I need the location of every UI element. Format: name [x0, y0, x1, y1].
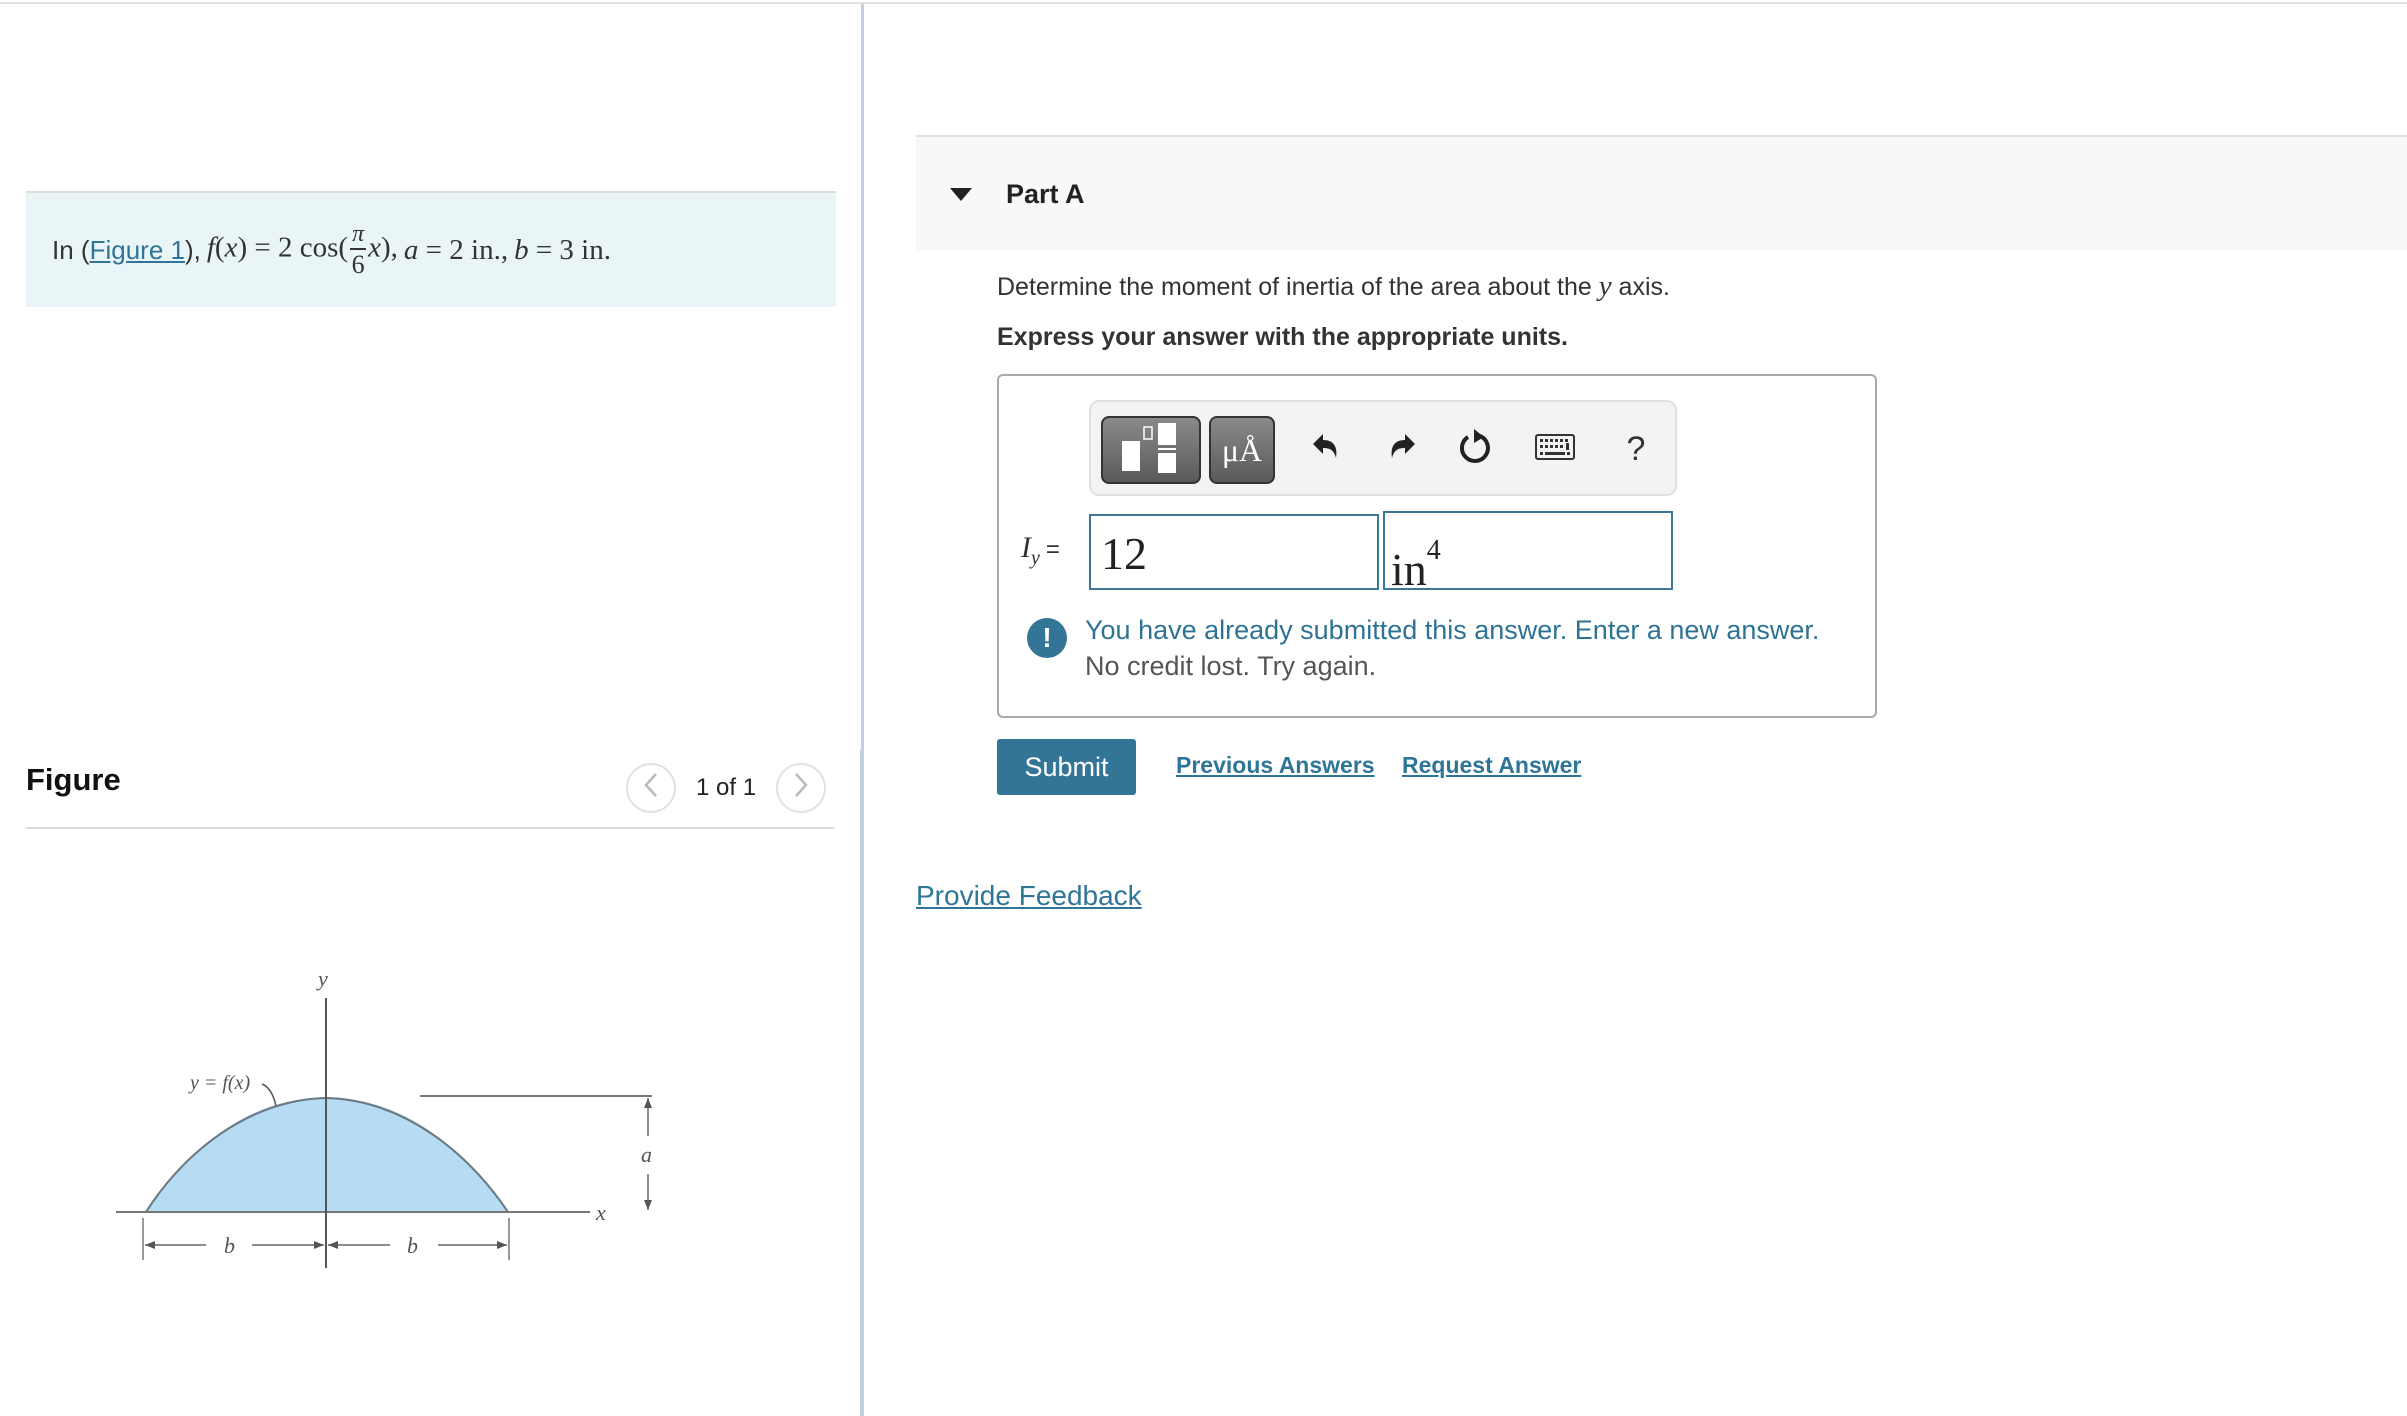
- units-button[interactable]: μÅ: [1209, 416, 1275, 484]
- fraction: π6: [350, 221, 367, 279]
- problem-statement: In ( Figure 1 ), f(x) = 2 cos(π 6 x), a = …: [26, 191, 836, 307]
- function-expression: f(x) = 2 cos(π 6 x),: [206, 221, 398, 279]
- provide-feedback-link[interactable]: Provide Feedback: [916, 880, 1142, 912]
- submit-button[interactable]: Submit: [997, 739, 1136, 795]
- x-axis-label: x: [595, 1200, 606, 1225]
- y-axis-label: y: [316, 966, 328, 991]
- figure-title: Figure: [26, 762, 121, 797]
- curve-label-leader: [261, 1083, 277, 1107]
- value-input[interactable]: 12: [1089, 514, 1379, 590]
- math-toolbar: μÅ ?: [1089, 400, 1677, 496]
- pager-text: 1 of 1: [696, 774, 757, 801]
- dim-arrow: [145, 1241, 155, 1249]
- exclamation-icon: !: [1027, 618, 1067, 658]
- height-label: a: [641, 1142, 652, 1167]
- redo-icon: [1387, 432, 1417, 467]
- figure-link[interactable]: Figure 1: [90, 235, 185, 266]
- width-label-left: b: [224, 1233, 235, 1258]
- keyboard-button[interactable]: [1525, 424, 1585, 474]
- next-figure-button[interactable]: [776, 763, 827, 813]
- feedback-line-1: You have already submitted this answer. …: [1085, 615, 1820, 645]
- width-label-right: b: [407, 1233, 418, 1258]
- param-b: b = 3 in.: [514, 233, 611, 266]
- undo-icon: [1311, 432, 1341, 467]
- templates-button[interactable]: [1101, 416, 1201, 484]
- intro-prefix: In (: [52, 234, 90, 265]
- part-a-header[interactable]: Part A: [916, 135, 2407, 251]
- caret-down-icon: [950, 187, 972, 201]
- answer-box: μÅ ? Iy = 12 in4 ! You have already subm…: [997, 374, 1877, 718]
- curve-label: y = f(x): [188, 1072, 250, 1094]
- figure-diagram: y x y = f(x) a b b: [116, 966, 652, 1268]
- dim-arrow: [328, 1241, 338, 1249]
- dim-arrow: [314, 1241, 324, 1249]
- height-arrow-bottom: [644, 1200, 652, 1210]
- reset-button[interactable]: [1451, 424, 1501, 474]
- chevron-left-icon: [643, 772, 659, 805]
- intro-suffix: ),: [184, 234, 201, 265]
- top-rule: [0, 2, 2407, 4]
- instruction-text: Express your answer with the appropriate…: [997, 323, 1568, 351]
- reset-icon: [1458, 428, 1494, 471]
- undo-button[interactable]: [1301, 424, 1351, 474]
- column-resize-handle[interactable]: [860, 750, 864, 1416]
- keyboard-icon: [1535, 433, 1575, 465]
- height-arrow-top: [644, 1098, 652, 1108]
- prev-figure-button[interactable]: [626, 763, 676, 813]
- feedback-line-2: No credit lost. Try again.: [1085, 651, 1377, 681]
- templates-icon: [1116, 421, 1186, 480]
- question-text: Determine the moment of inertia of the a…: [997, 270, 1670, 302]
- unit-input[interactable]: in4: [1383, 511, 1673, 595]
- dim-arrow: [497, 1241, 507, 1249]
- part-title: Part A: [1006, 178, 1085, 209]
- help-button[interactable]: ?: [1611, 424, 1661, 474]
- previous-answers-link[interactable]: Previous Answers: [1176, 752, 1375, 779]
- param-a: a = 2 in.,: [403, 233, 509, 266]
- chevron-right-icon: [793, 772, 809, 805]
- request-answer-link[interactable]: Request Answer: [1402, 752, 1581, 779]
- figure-rule: [26, 827, 834, 829]
- redo-button[interactable]: [1377, 424, 1427, 474]
- figure-pager: 1 of 1: [626, 763, 827, 813]
- answer-label: Iy =: [1021, 531, 1060, 569]
- feedback-message: ! You have already submitted this answer…: [1027, 612, 1819, 684]
